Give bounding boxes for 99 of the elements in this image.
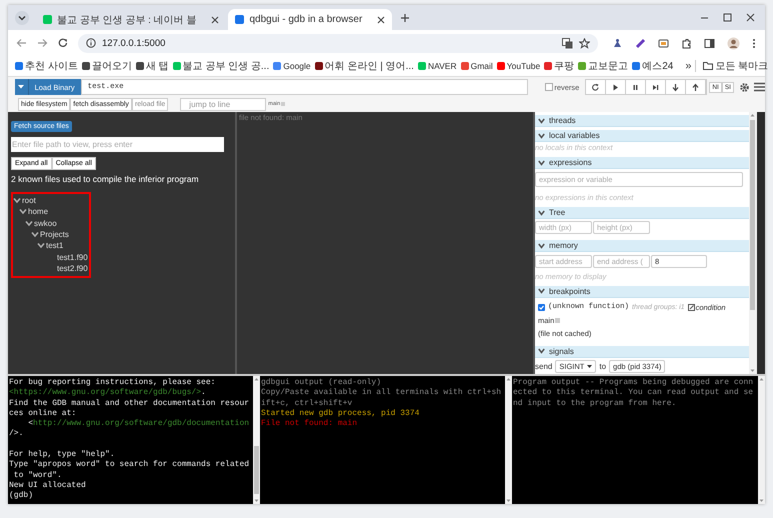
section-header[interactable]: memory [535, 240, 749, 252]
bookmark-link[interactable]: 새 탭 [146, 59, 169, 73]
new-tab-icon[interactable] [400, 12, 410, 22]
back-arrow-icon[interactable] [16, 38, 27, 48]
to-label: to [599, 362, 606, 371]
square-icon [555, 318, 560, 323]
section-header[interactable]: threads [535, 115, 749, 127]
file-path-input[interactable]: Enter file path to view, press enter [11, 137, 224, 152]
bookmark-link[interactable]: Google [283, 61, 311, 71]
terminal-text: ected to this terminal. You can read output and se [513, 388, 754, 398]
chevron-down-icon[interactable] [25, 220, 33, 227]
terminal-text: ces online at: [9, 408, 76, 418]
extension-icon[interactable] [658, 38, 669, 48]
section-header[interactable]: Tree [535, 207, 749, 219]
terminal-link[interactable]: http://www.gnu.org/software/gdb/documentation [33, 419, 250, 428]
section-header[interactable]: expressions [535, 157, 749, 169]
bookmark-link[interactable]: 쿠팡 [554, 59, 574, 73]
terminal-text: File not found: main [261, 419, 358, 428]
bookmark-link[interactable]: 교보문고 [588, 59, 628, 73]
address-field[interactable]: 127.0.0.1:5000 [78, 34, 598, 52]
square-icon [281, 102, 286, 106]
forward-arrow-icon[interactable] [37, 38, 48, 48]
terminal-text: Program output -- Programs being debugged are conn [513, 378, 754, 387]
folder-name[interactable]: Projects [40, 230, 69, 240]
more-menu-icon[interactable] [752, 38, 756, 48]
step-down-arrow-icon [671, 82, 680, 92]
terminal-text: (gdb) [9, 491, 34, 500]
side-panel-icon[interactable] [704, 38, 715, 48]
terminal-text: Find the GDB manual and other documentation resour [9, 398, 250, 408]
terminal-text: Copy/Paste available in all terminals with ctrl+sh [261, 388, 502, 398]
all-bookmarks-link[interactable]: 모든 북마크 [715, 59, 768, 73]
files-info-text: 2 known files used to compile the inferior program [11, 174, 200, 184]
folder-name[interactable]: swkoo [34, 218, 57, 228]
terminal-text: ift+c, ctrl+shift+v [261, 398, 352, 408]
chevron-down-icon[interactable] [31, 231, 39, 238]
folder-name[interactable]: test1 [46, 241, 64, 250]
restart-icon [591, 82, 600, 92]
send-label: send [535, 362, 552, 371]
terminal-text: gdbgui output (read-only) [261, 378, 382, 387]
check-icon [539, 304, 544, 310]
terminal-link[interactable]: <https://www.gnu.org/software/gdb/bugs/> [9, 388, 202, 398]
edit-icon[interactable] [688, 304, 695, 311]
close-icon[interactable] [746, 13, 755, 22]
step-over-icon [651, 82, 660, 92]
maximize-icon[interactable] [723, 13, 732, 22]
file-name[interactable]: test2.f90 [57, 264, 88, 273]
bookmarks-overflow-button[interactable]: » [681, 60, 696, 72]
bookmark-link[interactable]: 예스24 [642, 59, 674, 73]
chevron-down-icon[interactable] [14, 10, 30, 26]
folder-name[interactable]: home [28, 207, 48, 216]
play-icon [611, 82, 620, 92]
folder-icon [703, 62, 714, 70]
star-icon[interactable] [579, 38, 590, 48]
browser-tab[interactable]: qdbgui - gdb in a browser [228, 9, 392, 30]
folder-name[interactable]: root [22, 196, 36, 206]
bookmark-link[interactable]: 불교 공부 인생 공... [182, 59, 270, 73]
bookmark-link[interactable]: NAVER [428, 61, 457, 71]
bookmark-link[interactable]: 어휘 온라인 | 영어... [324, 59, 414, 73]
terminal-text: to "word". [12, 470, 62, 480]
terminal-text: For bug reporting instructions, please see: [9, 378, 216, 387]
info-icon[interactable] [86, 38, 96, 48]
section-header[interactable]: breakpoints [535, 286, 749, 298]
terminal-text: Type "apropos word" to search for commands related [9, 460, 250, 470]
reverse-checkbox[interactable] [545, 83, 554, 91]
puzzle-icon[interactable] [681, 38, 692, 48]
caret-down-icon [18, 85, 24, 89]
terminal-text: . [201, 388, 206, 398]
dropdown-toggle[interactable] [15, 79, 29, 95]
chevron-down-icon[interactable] [13, 197, 21, 204]
translate-icon[interactable] [562, 38, 573, 48]
file-name[interactable]: test1.f90 [57, 252, 88, 262]
close-icon[interactable] [211, 16, 220, 24]
profile-avatar-icon[interactable] [727, 36, 740, 50]
bookmark-link[interactable]: YouTube [506, 61, 540, 71]
breakpoint-checkbox[interactable] [538, 304, 545, 311]
browser-tab[interactable]: 불교 공부 인생 공부 : 네이버 블 [36, 9, 226, 30]
section-header[interactable]: signals [535, 346, 749, 358]
pause-icon [631, 82, 640, 92]
reload-icon[interactable] [58, 38, 68, 48]
terminal-text: nd input to the program from here. [513, 398, 676, 408]
bookmark-link[interactable]: Gmail [470, 61, 493, 71]
terminal-text: New UI allocated [9, 480, 86, 490]
step-up-arrow-icon [691, 82, 700, 92]
jump-to-line-input[interactable]: jump to line [180, 98, 266, 110]
terminal-text: For help, type "help". [9, 450, 115, 460]
terminal-text: />. [9, 429, 24, 438]
chevron-down-icon[interactable] [19, 208, 27, 216]
bookmark-link[interactable]: 추천 사이트 [25, 59, 78, 73]
section-header[interactable]: local variables [535, 130, 749, 142]
close-icon[interactable] [377, 16, 386, 24]
menu-icon[interactable] [754, 82, 765, 92]
extension-icon[interactable] [612, 38, 623, 48]
terminal-text: Started new gdb process, pid 3374 [261, 408, 420, 418]
chevron-down-icon[interactable] [37, 242, 45, 250]
extension-icon[interactable] [635, 38, 646, 48]
bookmark-link[interactable]: 끌어오기 [92, 59, 132, 73]
terminal-text: < [27, 419, 34, 428]
settings-icon[interactable] [739, 82, 750, 92]
caret-down-icon [587, 364, 592, 368]
